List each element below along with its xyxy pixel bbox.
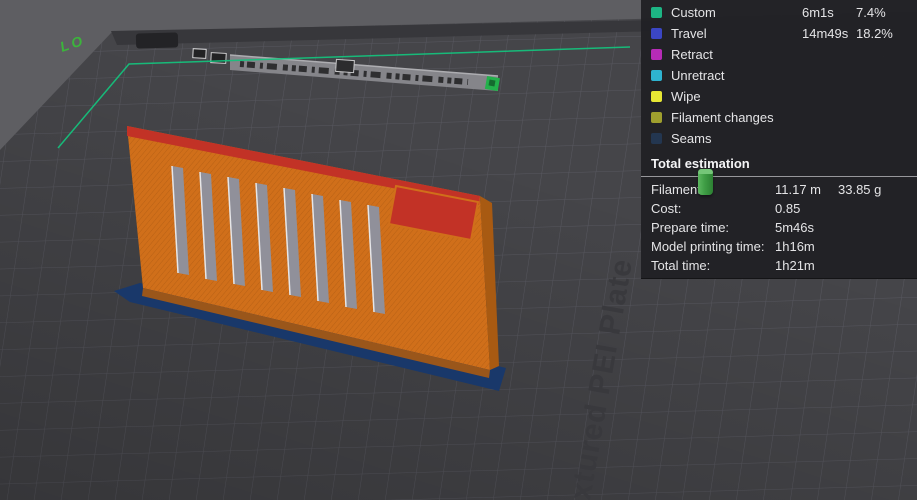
legend-item-retract[interactable]: Retract — [641, 44, 917, 65]
estimation-label: Cost: — [651, 201, 682, 216]
wipe-tower — [698, 169, 713, 195]
plate-handle — [135, 32, 179, 49]
plate-logo: LO — [58, 32, 87, 55]
legend-swatch — [651, 91, 662, 102]
legend-label: Seams — [671, 131, 712, 146]
legend-label: Custom — [671, 5, 716, 20]
wipe-tower-top — [698, 169, 713, 174]
estimation-value: 0.85 — [775, 201, 801, 216]
estimation-row-prepare-time: Prepare time: 5m46s — [641, 218, 917, 237]
total-estimation-title: Total estimation — [651, 156, 750, 171]
estimation-value: 1h21m — [775, 258, 815, 273]
rim-marking-icon — [335, 58, 355, 74]
legend-label: Retract — [671, 47, 713, 62]
estimation-row-total-time: Total time: 1h21m — [641, 256, 917, 275]
legend-swatch — [651, 28, 662, 39]
legend-label: Filament changes — [671, 110, 774, 125]
estimation-label: Prepare time: — [651, 220, 730, 235]
legend-time: 14m49s — [802, 26, 849, 41]
estimation-value: 5m46s — [775, 220, 815, 235]
slicer-preview-viewport: LO Textured PEI Plate Custom 6m1s 7.4% T… — [0, 0, 917, 500]
feature-legend: Custom 6m1s 7.4% Travel 14m49s 18.2% Ret… — [641, 0, 917, 149]
estimation-label: Model printing time: — [651, 239, 765, 254]
legend-percent: 7.4% — [856, 5, 886, 20]
slicing-stats-panel: Custom 6m1s 7.4% Travel 14m49s 18.2% Ret… — [641, 0, 917, 279]
legend-swatch — [651, 133, 662, 144]
legend-item-custom[interactable]: Custom 6m1s 7.4% — [641, 2, 917, 23]
estimation-value: 1h16m — [775, 239, 815, 254]
estimation-label: Filament: — [651, 182, 705, 197]
legend-label: Wipe — [671, 89, 701, 104]
legend-item-seams[interactable]: Seams — [641, 128, 917, 149]
estimation-label: Total time: — [651, 258, 711, 273]
estimation-row-cost: Cost: 0.85 — [641, 199, 917, 218]
total-estimation-table: Filament: 11.17 m 33.85 g Cost: 0.85 Pre… — [641, 177, 917, 275]
legend-percent: 18.2% — [856, 26, 893, 41]
legend-swatch — [651, 112, 662, 123]
legend-swatch — [651, 49, 662, 60]
legend-item-filament-changes[interactable]: Filament changes — [641, 107, 917, 128]
legend-item-wipe[interactable]: Wipe — [641, 86, 917, 107]
estimation-row-model-printing-time: Model printing time: 1h16m — [641, 237, 917, 256]
legend-item-unretract[interactable]: Unretract — [641, 65, 917, 86]
estimation-row-filament: Filament: 11.17 m 33.85 g — [641, 180, 917, 199]
legend-swatch — [651, 7, 662, 18]
legend-time: 6m1s — [802, 5, 834, 20]
legend-label: Travel — [671, 26, 707, 41]
estimation-value: 11.17 m — [775, 182, 822, 197]
legend-swatch — [651, 70, 662, 81]
estimation-value-2: 33.85 g — [838, 182, 882, 197]
legend-item-travel[interactable]: Travel 14m49s 18.2% — [641, 23, 917, 44]
legend-label: Unretract — [671, 68, 725, 83]
rim-marking-icon — [192, 48, 207, 59]
